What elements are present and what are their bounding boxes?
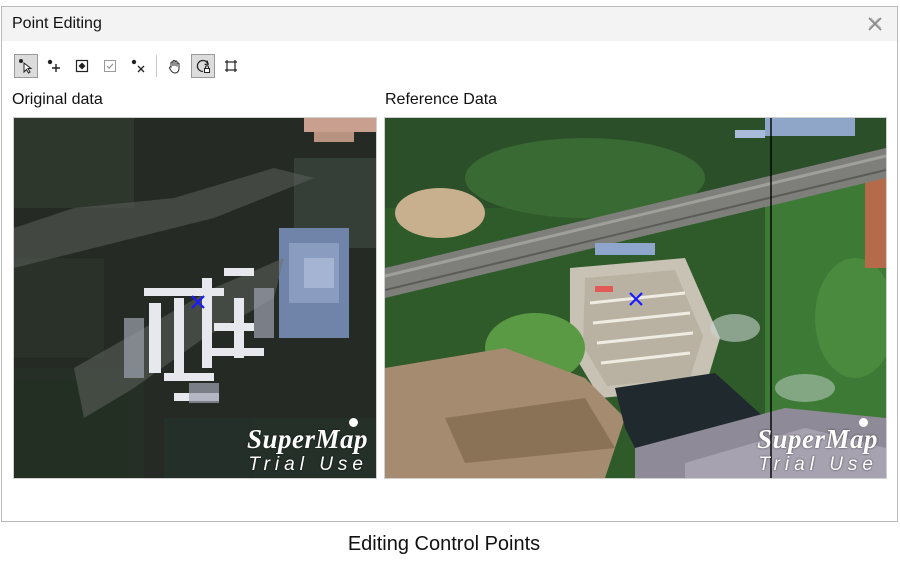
lock-view-icon: [196, 59, 210, 73]
select-tool-button[interactable]: [14, 54, 38, 78]
watermark: SuperMap Trial Use: [756, 418, 878, 476]
add-point-button[interactable]: [42, 54, 66, 78]
close-icon: [868, 17, 882, 31]
add-point-icon: [47, 59, 60, 72]
checkbox-icon: [104, 60, 116, 72]
check-button[interactable]: [98, 54, 122, 78]
full-extent-icon: [225, 60, 237, 72]
reference-data-label: Reference Data: [385, 91, 498, 108]
point-editing-dialog: Point Editing Original data Reference Da…: [1, 6, 898, 522]
watermark-brand: SuperMap: [756, 424, 878, 454]
edit-point-button[interactable]: [70, 54, 94, 78]
select-cursor-icon: [19, 59, 33, 74]
delete-point-icon: [131, 59, 145, 73]
figure-caption: Editing Control Points: [347, 533, 541, 555]
close-button[interactable]: [867, 16, 883, 32]
watermark-dot-icon: [859, 418, 868, 427]
original-data-label: Original data: [12, 91, 103, 108]
dialog-title: Point Editing: [12, 15, 102, 32]
reference-data-viewport[interactable]: SuperMap Trial Use: [384, 117, 887, 479]
toolbar-separator: [156, 55, 157, 77]
edit-point-icon: [75, 59, 89, 73]
original-data-viewport[interactable]: SuperMap Trial Use: [13, 117, 377, 479]
title-bar: Point Editing: [2, 7, 897, 41]
toolbar: [14, 54, 247, 78]
watermark-subtitle: Trial Use: [248, 454, 368, 475]
watermark-brand: SuperMap: [246, 424, 368, 454]
hand-icon: [169, 60, 180, 74]
watermark-subtitle: Trial Use: [758, 454, 878, 475]
pan-button[interactable]: [163, 54, 187, 78]
watermark-dot-icon: [349, 418, 358, 427]
lock-view-button[interactable]: [191, 54, 215, 78]
delete-point-button[interactable]: [126, 54, 150, 78]
watermark: SuperMap Trial Use: [246, 418, 368, 476]
full-extent-button[interactable]: [219, 54, 243, 78]
